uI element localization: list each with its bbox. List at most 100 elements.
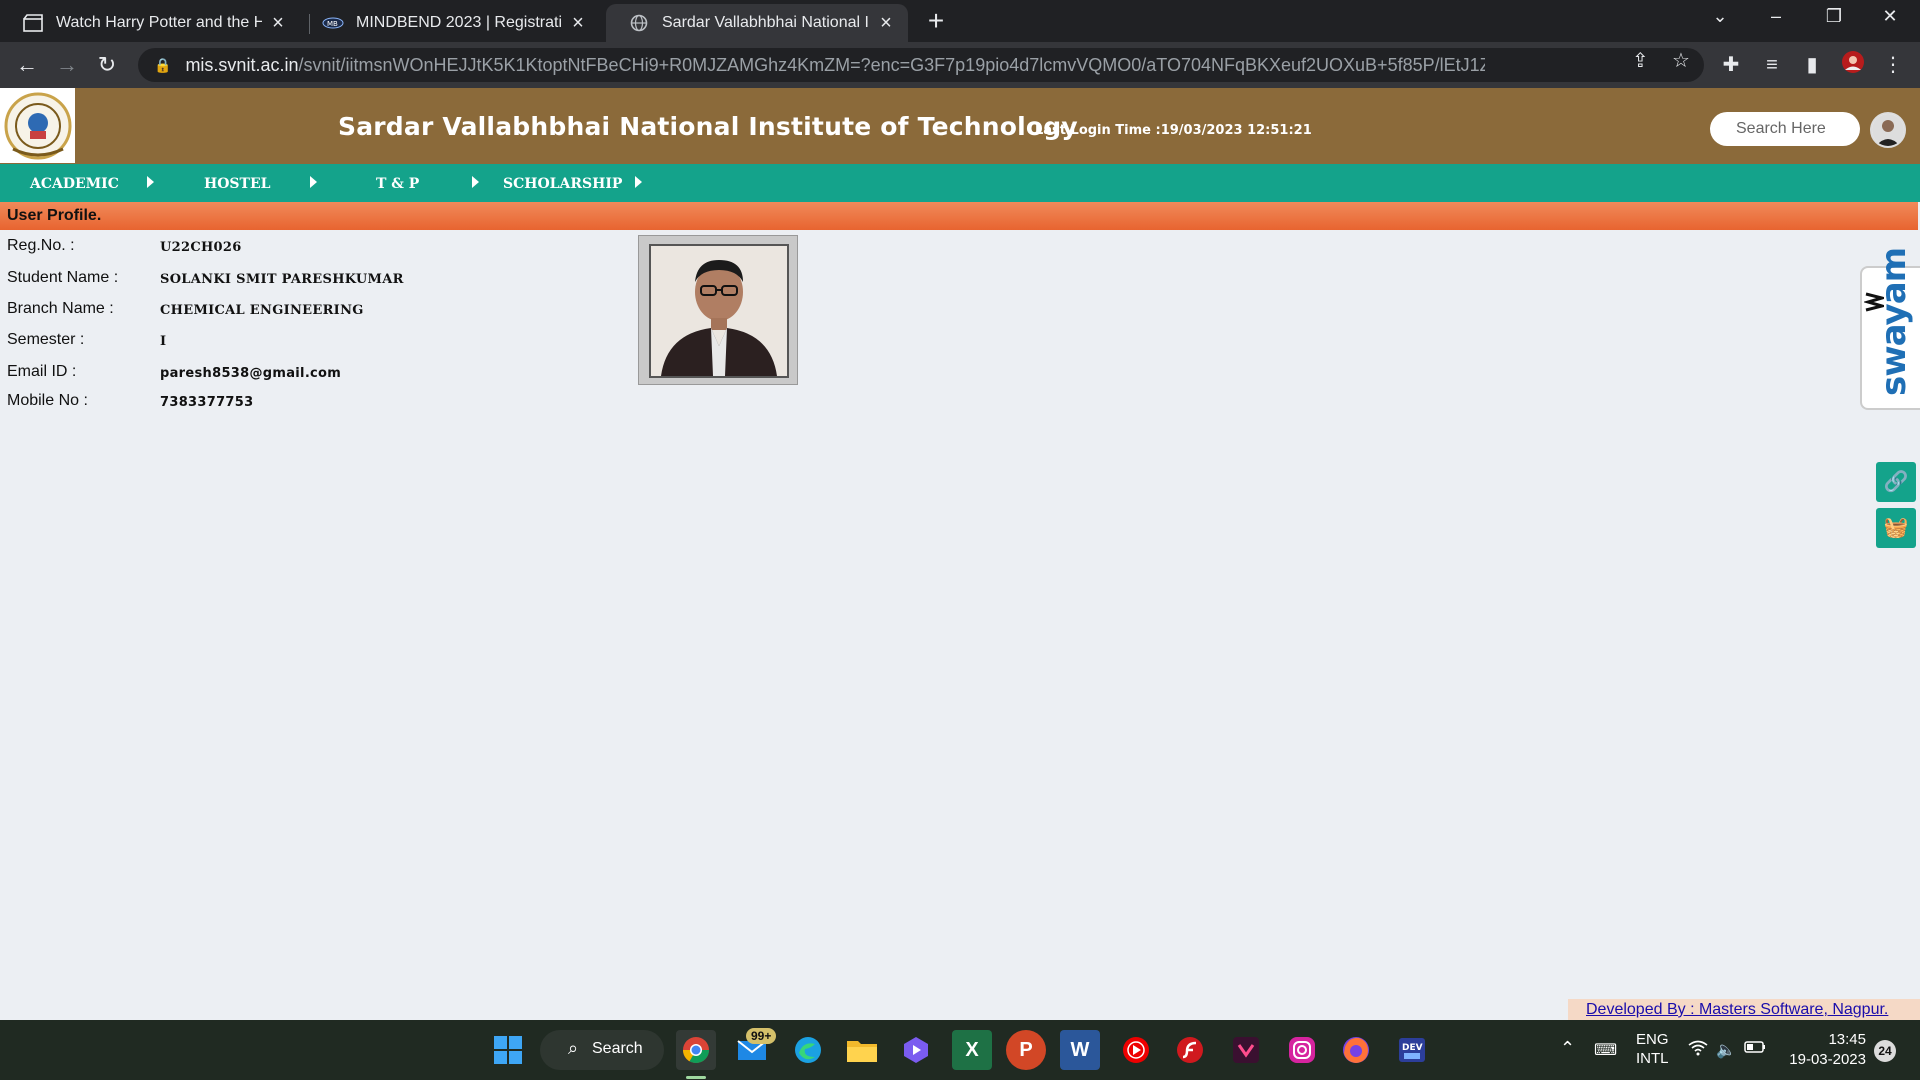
forward-arrow-icon[interactable]: →	[52, 50, 82, 80]
word-icon[interactable]: W	[1060, 1030, 1100, 1070]
browser-toolbar: ← → ↻ 🔒 mis.svnit.ac.in/svnit/iitmsnWOnH…	[0, 42, 1920, 88]
side-panel-icon[interactable]: ▮	[1797, 50, 1827, 80]
lang-code: ENG	[1636, 1031, 1669, 1048]
file-explorer-icon[interactable]	[842, 1030, 882, 1070]
developer-credit: Developed By : Masters Software, Nagpur.	[1568, 999, 1920, 1021]
language-indicator[interactable]: ENG INTL	[1636, 1030, 1669, 1068]
link-icon[interactable]: 🔗	[1876, 462, 1916, 502]
kebab-menu-icon[interactable]: ⋮	[1878, 50, 1908, 80]
address-bar[interactable]: 🔒 mis.svnit.ac.in/svnit/iitmsnWOnHEJJtK5…	[138, 48, 1704, 82]
notification-badge[interactable]: 24	[1874, 1040, 1896, 1062]
label-mobile: Mobile No :	[7, 392, 88, 409]
lang-layout: INTL	[1636, 1050, 1669, 1067]
label-branch-name: Branch Name :	[7, 300, 114, 317]
globe-icon	[628, 12, 650, 34]
share-icon[interactable]: ⇪	[1632, 48, 1649, 73]
instagram-icon[interactable]	[1282, 1030, 1322, 1070]
svg-text:MB: MB	[327, 20, 338, 28]
section-title: User Profile.	[7, 207, 102, 224]
keyboard-icon[interactable]: ⌨	[1594, 1040, 1617, 1060]
taskbar-search-label: Search	[592, 1040, 643, 1057]
tab-search-chevron-icon[interactable]: ⌄	[1700, 6, 1740, 27]
swayam-label: swayam	[1874, 247, 1914, 396]
powerpoint-icon[interactable]: P	[1006, 1030, 1046, 1070]
windows-taskbar: ⌕ Search 99+ X P W DEV ⌃ ⌨ ENG INTL 🔈 13…	[0, 1020, 1920, 1080]
lock-icon: 🔒	[154, 56, 172, 73]
tab-title: MINDBEND 2023 | Registration	[356, 14, 562, 31]
extensions-puzzle-icon[interactable]: ✚	[1716, 50, 1746, 80]
url-text: mis.svnit.ac.in/svnit/iitmsnWOnHEJJtK5K1…	[185, 54, 1486, 75]
chevron-up-icon[interactable]: ⌃	[1560, 1038, 1575, 1059]
value-reg-no: U22CH026	[160, 240, 242, 255]
tab-title: Sardar Vallabhbhai National Insti	[662, 14, 870, 31]
value-email: paresh8538@gmail.com	[160, 366, 342, 381]
swayam-banner[interactable]: swayam	[1860, 248, 1920, 410]
label-reg-no: Reg.No. :	[7, 237, 75, 254]
browser-tab-1[interactable]: Watch Harry Potter and the Half- ×	[0, 4, 300, 42]
windows-start-icon[interactable]	[488, 1030, 528, 1070]
reload-icon[interactable]: ↻	[92, 50, 122, 80]
clipchamp-icon[interactable]	[896, 1030, 936, 1070]
new-tab-button[interactable]: +	[922, 7, 950, 36]
basket-icon[interactable]: 🧺	[1876, 508, 1916, 548]
menu-item-scholarship[interactable]: SCHOLARSHIP	[503, 176, 622, 192]
chrome-icon[interactable]	[676, 1030, 716, 1070]
close-tab-icon[interactable]: ×	[268, 12, 288, 35]
developer-credit-link[interactable]: Developed By : Masters Software, Nagpur.	[1586, 1001, 1888, 1019]
svnit-logo	[0, 88, 75, 163]
back-arrow-icon[interactable]: ←	[12, 50, 42, 80]
active-app-indicator	[686, 1076, 706, 1079]
media-queue-icon[interactable]: ≡	[1757, 50, 1787, 80]
browser-tab-2[interactable]: MB MINDBEND 2023 | Registration ×	[300, 4, 600, 42]
caret-right-icon[interactable]	[472, 176, 479, 188]
main-menu: ACADEMIC HOSTEL T & P SCHOLARSHIP	[0, 164, 1920, 202]
value-semester: I	[160, 334, 167, 349]
wifi-icon[interactable]	[1688, 1040, 1708, 1061]
menu-item-hostel[interactable]: HOSTEL	[204, 176, 270, 192]
close-tab-icon[interactable]: ×	[568, 12, 588, 35]
flash-player-icon[interactable]	[1170, 1030, 1210, 1070]
student-photo	[638, 235, 798, 385]
caret-right-icon[interactable]	[310, 176, 317, 188]
browser-tabstrip: Watch Harry Potter and the Half- × MB MI…	[0, 0, 1920, 42]
value-mobile: 7383377753	[160, 395, 254, 410]
caret-right-icon[interactable]	[147, 176, 154, 188]
value-branch-name: CHEMICAL ENGINEERING	[160, 303, 364, 318]
clock-date: 19-03-2023	[1789, 1051, 1866, 1068]
battery-icon[interactable]	[1744, 1040, 1766, 1058]
clock-time: 13:45	[1828, 1031, 1866, 1048]
close-window-button[interactable]: ✕	[1870, 6, 1910, 27]
caret-right-icon[interactable]	[635, 176, 642, 188]
profile-avatar-icon[interactable]	[1838, 50, 1868, 80]
taskbar-search-button[interactable]: ⌕ Search	[540, 1030, 664, 1070]
search-icon: ⌕	[568, 1038, 579, 1058]
mindbend-logo-icon: MB	[322, 12, 344, 34]
youtube-music-icon[interactable]	[1116, 1030, 1156, 1070]
firefox-icon[interactable]	[1336, 1030, 1376, 1070]
user-avatar[interactable]	[1870, 112, 1906, 148]
volume-icon[interactable]: 🔈	[1716, 1040, 1736, 1060]
browser-tab-3-active[interactable]: Sardar Vallabhbhai National Insti ×	[606, 4, 908, 42]
clock[interactable]: 13:45 19-03-2023	[1786, 1030, 1866, 1070]
menu-item-t-and-p[interactable]: T & P	[376, 176, 419, 192]
close-tab-icon[interactable]: ×	[876, 12, 896, 35]
section-header-user-profile: User Profile.	[0, 202, 1918, 230]
edge-icon[interactable]	[788, 1030, 828, 1070]
label-email: Email ID :	[7, 363, 77, 380]
restore-button[interactable]: ❐	[1814, 6, 1854, 27]
dev-home-icon[interactable]: DEV	[1392, 1030, 1432, 1070]
search-input[interactable]: Search Here	[1710, 112, 1860, 146]
vectary-icon[interactable]	[1226, 1030, 1266, 1070]
label-student-name: Student Name :	[7, 269, 119, 286]
clapperboard-icon	[22, 12, 44, 34]
svg-text:DEV: DEV	[1402, 1043, 1423, 1053]
value-student-name: SOLANKI SMIT PARESHKUMAR	[160, 272, 404, 287]
excel-icon[interactable]: X	[952, 1030, 992, 1070]
menu-item-academic[interactable]: ACADEMIC	[30, 176, 119, 192]
tab-title: Watch Harry Potter and the Half-	[56, 14, 262, 31]
minimize-button[interactable]: –	[1756, 6, 1796, 27]
site-header: Sardar Vallabhbhai National Institute of…	[0, 88, 1920, 164]
mail-badge: 99+	[746, 1028, 777, 1044]
bookmark-star-icon[interactable]: ☆	[1672, 48, 1690, 73]
page-title: Sardar Vallabhbhai National Institute of…	[338, 112, 1078, 141]
